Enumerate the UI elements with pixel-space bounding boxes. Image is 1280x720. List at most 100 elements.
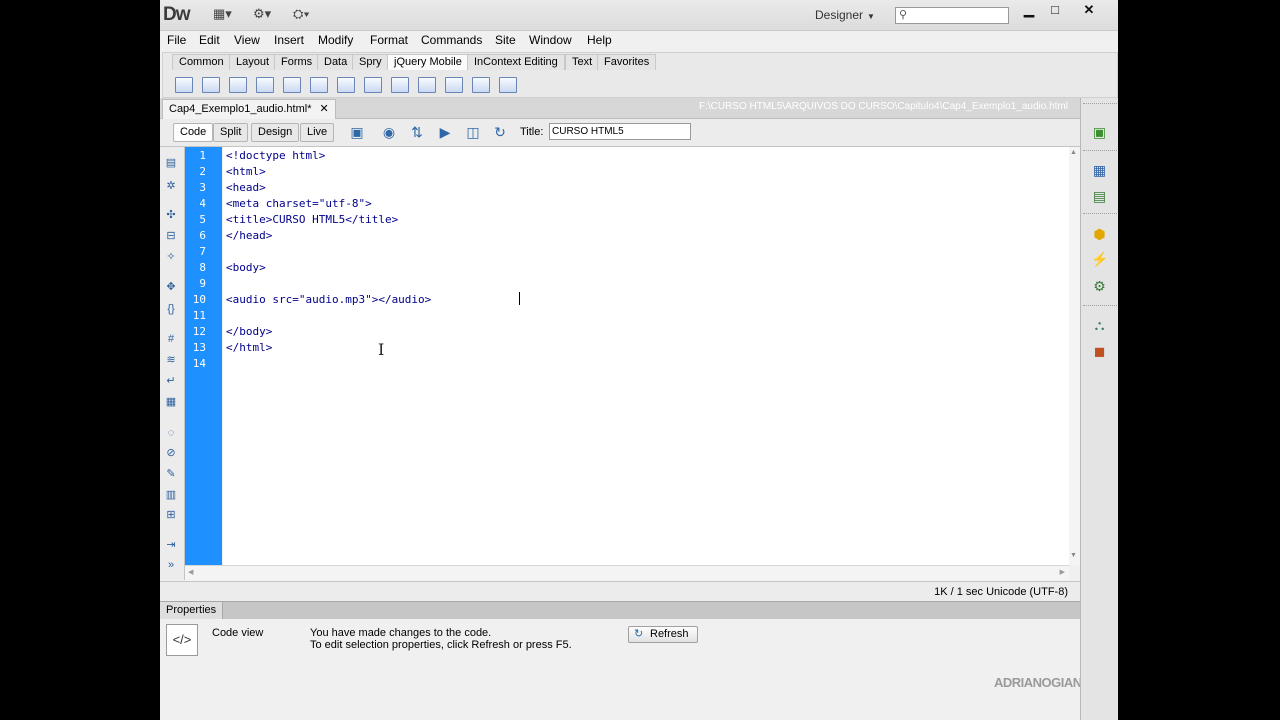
button-icon[interactable] [445, 77, 463, 93]
wrap-tag-icon[interactable]: ✎ [164, 468, 178, 480]
select-parent-tag-icon[interactable]: ✥ [164, 281, 178, 293]
search-input[interactable]: ⚲ [895, 7, 1009, 24]
bindings-icon[interactable]: ⚡ [1091, 251, 1108, 267]
scroll-up-icon[interactable]: ▲ [1070, 149, 1077, 156]
horizontal-scrollbar[interactable]: ◀ ▶ [185, 565, 1069, 581]
tab-data[interactable]: Data [317, 54, 355, 70]
layout-grid-icon[interactable] [229, 77, 247, 93]
indent-code-icon[interactable]: ⇥ [164, 539, 178, 551]
vertical-scrollbar[interactable]: ▲ ▼ [1069, 147, 1080, 565]
word-wrap-icon[interactable]: ↵ [164, 375, 178, 387]
workspace-switcher[interactable]: Designer ▼ [815, 8, 875, 22]
panel-dock: ▣ ▦ ▤ ⬢ ⚡ ⚙ ⛬ ◼ [1080, 98, 1118, 720]
extend-icon[interactable]: ⚙▾ [253, 6, 271, 24]
ap-elements-icon[interactable]: ▤ [1091, 188, 1108, 204]
status-bar: 1K / 1 sec Unicode (UTF-8) [160, 581, 1080, 602]
split-view-button[interactable]: Split [213, 123, 249, 142]
tab-forms[interactable]: Forms [274, 54, 320, 70]
menu-modify[interactable]: Modify [318, 33, 353, 47]
code-line: </html> [226, 341, 273, 354]
menu-window[interactable]: Window [529, 33, 572, 47]
collapse-tag-icon[interactable]: ✣ [164, 209, 178, 221]
close-button[interactable]: ✕ [1076, 2, 1102, 18]
password-input-icon[interactable] [310, 77, 328, 93]
text-area-icon[interactable] [337, 77, 355, 93]
insert-panel-icon[interactable]: ▣ [1091, 124, 1108, 140]
server-behaviors-icon[interactable]: ⚙ [1091, 278, 1108, 294]
multiscreen-icon[interactable]: ▣ [349, 124, 365, 140]
collapse-selection-icon[interactable]: ⊟ [164, 230, 178, 242]
text-input-icon[interactable] [283, 77, 301, 93]
page-icon[interactable] [175, 77, 193, 93]
expand-all-icon[interactable]: ✧ [164, 251, 178, 263]
refresh-icon: ↻ [634, 628, 644, 640]
tab-incontext-editing[interactable]: InContext Editing [467, 54, 565, 70]
design-view-button[interactable]: Design [251, 123, 300, 142]
menu-site[interactable]: Site [495, 33, 516, 47]
refresh-button[interactable]: ↻ Refresh [628, 626, 698, 643]
check-browser-icon[interactable]: ◫ [465, 124, 481, 140]
document-title-input[interactable]: CURSO HTML5 [549, 123, 691, 140]
minimize-button[interactable]: ▁ [1016, 2, 1042, 18]
refresh-icon[interactable]: ↻ [492, 124, 508, 140]
document-tab[interactable]: Cap4_Exemplo1_audio.html* ✕ [162, 99, 336, 119]
tab-spry[interactable]: Spry [352, 54, 389, 70]
files-icon[interactable]: ⛬ [1091, 317, 1108, 333]
line-numbers-icon[interactable]: # [164, 333, 178, 345]
apply-comment-icon[interactable]: ◌ [164, 427, 178, 439]
preview-browser-icon[interactable]: ◉ [381, 124, 397, 140]
move-css-icon[interactable]: ⊞ [164, 509, 178, 521]
dock-divider [1083, 305, 1117, 308]
chevron-down-icon[interactable]: » [164, 559, 178, 571]
highlight-invalid-icon[interactable]: ≋ [164, 354, 178, 366]
syntax-coloring-icon[interactable]: ▦ [164, 396, 178, 408]
properties-panel: </> Code view You have made changes to t… [160, 619, 1080, 720]
flip-toggle-icon[interactable] [499, 77, 517, 93]
scroll-down-icon[interactable]: ▼ [1070, 552, 1077, 559]
site-icon[interactable]: ⛭▾ [293, 6, 310, 24]
live-view-button[interactable]: Live [300, 123, 335, 142]
tab-layout[interactable]: Layout [229, 54, 277, 70]
checkbox-icon[interactable] [391, 77, 409, 93]
balance-braces-icon[interactable]: {} [164, 303, 178, 315]
open-documents-icon[interactable]: ▤ [164, 157, 178, 169]
file-management-icon[interactable]: ⇅ [409, 124, 425, 140]
properties-tab[interactable]: Properties [160, 602, 224, 619]
css-styles-icon[interactable]: ▦ [1091, 162, 1108, 178]
tab-common[interactable]: Common [172, 54, 231, 70]
menu-view[interactable]: View [234, 33, 260, 47]
databases-icon[interactable]: ⬢ [1091, 226, 1108, 242]
tab-jquery-mobile[interactable]: jQuery Mobile [387, 54, 469, 70]
menu-commands[interactable]: Commands [421, 33, 482, 47]
scroll-right-icon[interactable]: ▶ [1060, 568, 1065, 576]
code-editor[interactable]: <!doctype html> <html> <head> <meta char… [223, 147, 1069, 565]
list-view-icon[interactable] [202, 77, 220, 93]
line-number: 1 [199, 149, 206, 162]
assets-icon[interactable]: ◼ [1091, 343, 1108, 359]
tab-favorites[interactable]: Favorites [597, 54, 657, 70]
menu-format[interactable]: Format [370, 33, 408, 47]
slider-icon[interactable] [472, 77, 490, 93]
scroll-left-icon[interactable]: ◀ [188, 568, 193, 576]
tab-text[interactable]: Text [565, 54, 600, 70]
remove-comment-icon[interactable]: ⊘ [164, 447, 178, 459]
menu-help[interactable]: Help [587, 33, 612, 47]
menu-file[interactable]: File [167, 33, 186, 47]
menu-edit[interactable]: Edit [199, 33, 220, 47]
layout-icon[interactable]: ▦▾ [213, 6, 232, 24]
dock-divider [1083, 150, 1117, 153]
menu-insert[interactable]: Insert [274, 33, 304, 47]
search-icon: ⚲ [899, 9, 908, 21]
code-line: <!doctype html> [226, 149, 326, 162]
collapsible-block-icon[interactable] [256, 77, 274, 93]
maximize-button[interactable]: □ [1042, 2, 1068, 18]
w3c-validation-icon[interactable]: ▶ [437, 124, 453, 140]
line-number: 8 [199, 261, 206, 274]
properties-label: Code view [212, 627, 264, 639]
recent-snippets-icon[interactable]: ▥ [164, 489, 178, 501]
select-menu-icon[interactable] [364, 77, 382, 93]
code-view-button[interactable]: Code [173, 123, 214, 142]
show-code-navigator-icon[interactable]: ✲ [164, 180, 178, 192]
radio-button-icon[interactable] [418, 77, 436, 93]
close-icon[interactable]: ✕ [319, 103, 328, 115]
